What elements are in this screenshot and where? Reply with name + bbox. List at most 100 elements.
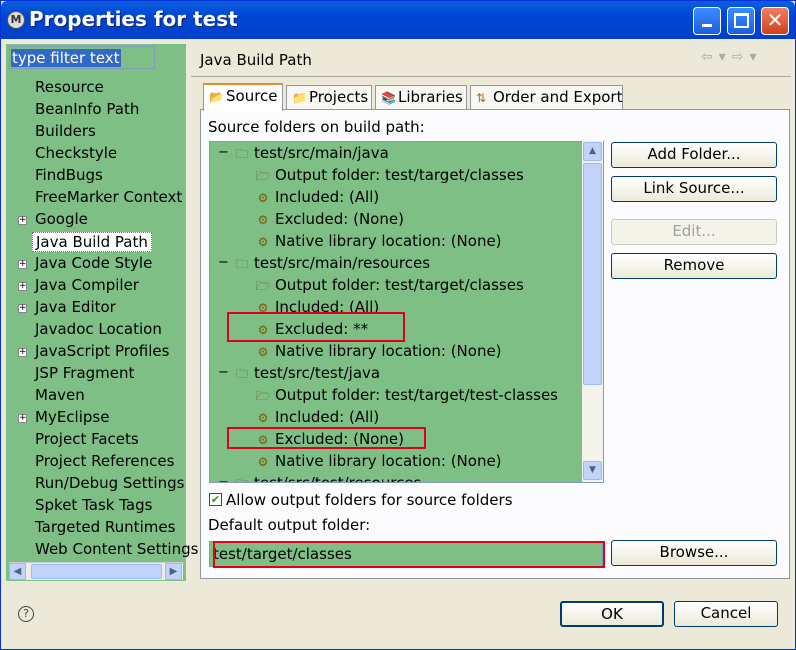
tab-libraries[interactable]: 📚 Libraries <box>375 85 467 109</box>
tree-label: Included: (All) <box>275 188 380 206</box>
expand-icon[interactable]: + <box>18 348 27 357</box>
nav-item[interactable]: MyEclipse <box>35 408 109 426</box>
add-folder-button[interactable]: Add Folder... <box>611 142 777 168</box>
nav-item[interactable]: Targeted Runtimes <box>35 518 175 536</box>
remove-button[interactable]: Remove <box>611 253 777 279</box>
nav-horizontal-scrollbar[interactable]: ◀ ▶ <box>9 562 183 580</box>
back-icon[interactable]: ⇦▾ <box>701 49 732 65</box>
forward-icon[interactable]: ⇨▾ <box>732 49 763 65</box>
nav-item[interactable]: Checkstyle <box>35 144 117 162</box>
expand-icon[interactable]: + <box>18 216 27 225</box>
nav-item[interactable]: Java Editor <box>35 298 116 316</box>
allow-output-checkbox[interactable]: ✔ <box>209 493 222 506</box>
nav-item[interactable]: Google <box>35 210 88 228</box>
minimize-button[interactable] <box>693 7 721 35</box>
tab-order-export[interactable]: ⇅ Order and Export <box>470 85 623 109</box>
scroll-up-icon[interactable]: ▲ <box>583 142 602 161</box>
default-output-label: Default output folder: <box>208 516 371 534</box>
source-attribute-row[interactable]: ⚙ Included: (All) <box>255 188 380 206</box>
source-attribute-row[interactable]: ⚙ Native library location: (None) <box>255 342 502 360</box>
source-folder-icon: 📂 <box>209 90 224 104</box>
highlight-excluded-resources <box>227 312 405 342</box>
maximize-icon <box>734 13 749 28</box>
close-icon: ✕ <box>766 8 784 32</box>
scroll-left-icon[interactable]: ◀ <box>9 563 26 580</box>
expand-icon[interactable]: + <box>18 304 27 313</box>
nav-item[interactable]: JSP Fragment <box>35 364 134 382</box>
vscroll-thumb[interactable] <box>583 163 602 385</box>
nav-item[interactable]: Project Facets <box>35 430 139 448</box>
source-attribute-row[interactable]: ⚙ Excluded: (None) <box>255 210 404 228</box>
source-attribute-row[interactable]: ⚙ Native library location: (None) <box>255 452 502 470</box>
properties-dialog: M Properties for test ✕ type filter text… <box>0 0 796 650</box>
source-vertical-scrollbar[interactable]: ▲ ▼ <box>582 141 603 482</box>
nav-item[interactable]: BeanInfo Path <box>35 100 139 118</box>
nav-item[interactable]: JavaScript Profiles <box>35 342 169 360</box>
expand-icon[interactable]: + <box>18 414 27 423</box>
nav-item[interactable]: Java Build Path <box>32 232 152 252</box>
nav-item[interactable]: Project References <box>35 452 174 470</box>
title-bar[interactable]: M Properties for test ✕ <box>1 1 795 39</box>
expand-icon[interactable]: + <box>18 282 27 291</box>
filter-icon: ⚙ <box>257 213 269 227</box>
tab-source[interactable]: 📂 Source <box>203 83 283 111</box>
nav-item[interactable]: Run/Debug Settings <box>35 474 184 492</box>
nav-item[interactable]: Spket Task Tags <box>35 496 152 514</box>
collapse-icon[interactable]: − <box>218 476 229 482</box>
tree-label: Native library location: (None) <box>275 452 502 470</box>
scroll-right-icon[interactable]: ▶ <box>165 563 182 580</box>
collapse-icon[interactable]: − <box>218 256 229 269</box>
native-lib-icon: ⚙ <box>257 455 269 469</box>
nav-item[interactable]: Java Code Style <box>35 254 152 272</box>
close-button[interactable]: ✕ <box>761 7 789 35</box>
native-lib-icon: ⚙ <box>257 345 269 359</box>
nav-item[interactable]: FindBugs <box>35 166 103 184</box>
link-source-button[interactable]: Link Source... <box>611 176 777 202</box>
tree-label: test/src/test/java <box>254 364 381 382</box>
tree-label: Native library location: (None) <box>275 232 502 250</box>
page-title: Java Build Path <box>200 51 312 69</box>
tree-label: Included: (All) <box>275 408 380 426</box>
collapse-icon[interactable]: − <box>218 366 229 379</box>
nav-item[interactable]: Java Compiler <box>35 276 139 294</box>
source-attribute-row[interactable]: ⚙ Native library location: (None) <box>255 232 502 250</box>
native-lib-icon: ⚙ <box>257 235 269 249</box>
source-folder-row[interactable]: 🗀 test/src/main/java <box>234 144 389 166</box>
filter-input[interactable]: type filter text <box>9 46 155 69</box>
scroll-down-icon[interactable]: ▼ <box>583 461 602 480</box>
eclipse-icon: M <box>7 11 25 29</box>
nav-item[interactable]: Javadoc Location <box>35 320 162 338</box>
ok-button[interactable]: OK <box>560 601 664 627</box>
nav-item[interactable]: Builders <box>35 122 96 140</box>
nav-item[interactable]: Resource <box>35 78 104 96</box>
cancel-button[interactable]: Cancel <box>674 601 778 627</box>
nav-item[interactable]: FreeMarker Context <box>35 188 182 206</box>
scroll-thumb[interactable] <box>31 564 162 579</box>
history-nav[interactable]: ⇦▾⇨▾ <box>701 49 763 65</box>
source-attribute-row[interactable]: 🗁 Output folder: test/target/test-classes <box>255 386 558 408</box>
tree-label: Output folder: test/target/classes <box>275 276 524 294</box>
tree-label: Output folder: test/target/test-classes <box>275 386 558 404</box>
package-folder-icon: 🗀 <box>235 367 248 381</box>
expand-icon[interactable]: + <box>18 260 27 269</box>
help-icon[interactable]: ? <box>18 606 34 622</box>
edit-button[interactable]: Edit... <box>611 219 777 245</box>
source-attribute-row[interactable]: 🗁 Output folder: test/target/classes <box>255 166 524 188</box>
source-attribute-row[interactable]: 🗁 Output folder: test/target/classes <box>255 276 524 298</box>
source-folder-row[interactable]: 🗀 test/src/test/java <box>234 364 380 386</box>
tree-label: test/src/main/java <box>254 144 389 162</box>
source-attribute-row[interactable]: ⚙ Included: (All) <box>255 408 380 426</box>
nav-item[interactable]: Maven <box>35 386 85 404</box>
nav-item[interactable]: Web Content Settings <box>35 540 198 558</box>
source-folder-row[interactable]: 🗀 test/src/test/resources <box>234 474 421 482</box>
filter-text: type filter text <box>11 49 121 67</box>
collapse-icon[interactable]: − <box>218 146 229 159</box>
source-folder-row[interactable]: 🗀 test/src/main/resources <box>234 254 430 276</box>
minimize-icon <box>702 24 712 27</box>
package-folder-icon: 🗀 <box>234 475 250 482</box>
maximize-button[interactable] <box>727 7 755 35</box>
highlight-default-output <box>213 541 605 568</box>
tab-projects[interactable]: 📁 Projects <box>286 85 372 109</box>
checkmark-icon: ✔ <box>210 493 221 506</box>
browse-button[interactable]: Browse... <box>611 540 777 566</box>
